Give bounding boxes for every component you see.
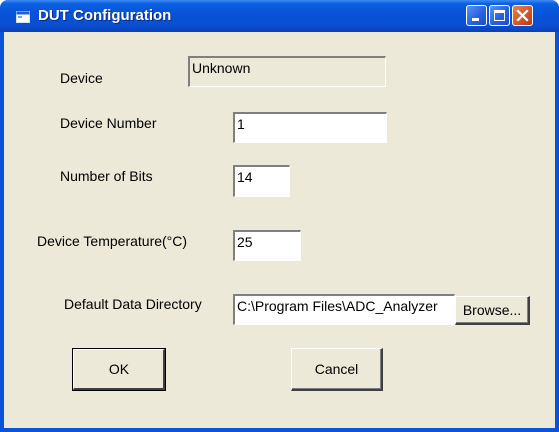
browse-button-label: Browse... [462, 302, 522, 318]
maximize-icon [494, 10, 505, 21]
device-temperature-label: Device Temperature(°C) [37, 233, 188, 249]
app-window-icon [16, 10, 30, 23]
close-icon [516, 9, 529, 22]
device-label: Device [60, 70, 103, 86]
device-field: Unknown [188, 56, 386, 87]
cancel-button-label: Cancel [314, 361, 359, 377]
maximize-button[interactable] [489, 5, 510, 26]
device-temperature-input[interactable]: 25 [233, 230, 301, 261]
device-number-label: Device Number [60, 115, 157, 131]
default-data-directory-label: Default Data Directory [64, 296, 202, 312]
number-of-bits-input[interactable]: 14 [233, 165, 290, 197]
default-data-directory-input[interactable]: C:\Program Files\ADC_Analyzer [233, 294, 455, 325]
window-title: DUT Configuration [38, 7, 172, 24]
browse-button[interactable]: Browse... [455, 296, 530, 325]
device-number-input[interactable]: 1 [233, 112, 387, 143]
cancel-button[interactable]: Cancel [291, 348, 383, 391]
ok-button[interactable]: OK [72, 348, 166, 391]
minimize-button[interactable] [466, 5, 487, 26]
title-bar[interactable]: DUT Configuration [0, 0, 559, 32]
minimize-icon [472, 18, 479, 21]
ok-button-label: OK [108, 361, 130, 377]
dut-configuration-dialog: DUT Configuration Device Unknown Device … [0, 0, 559, 432]
number-of-bits-label: Number of Bits [60, 168, 153, 184]
close-button[interactable] [512, 5, 533, 26]
